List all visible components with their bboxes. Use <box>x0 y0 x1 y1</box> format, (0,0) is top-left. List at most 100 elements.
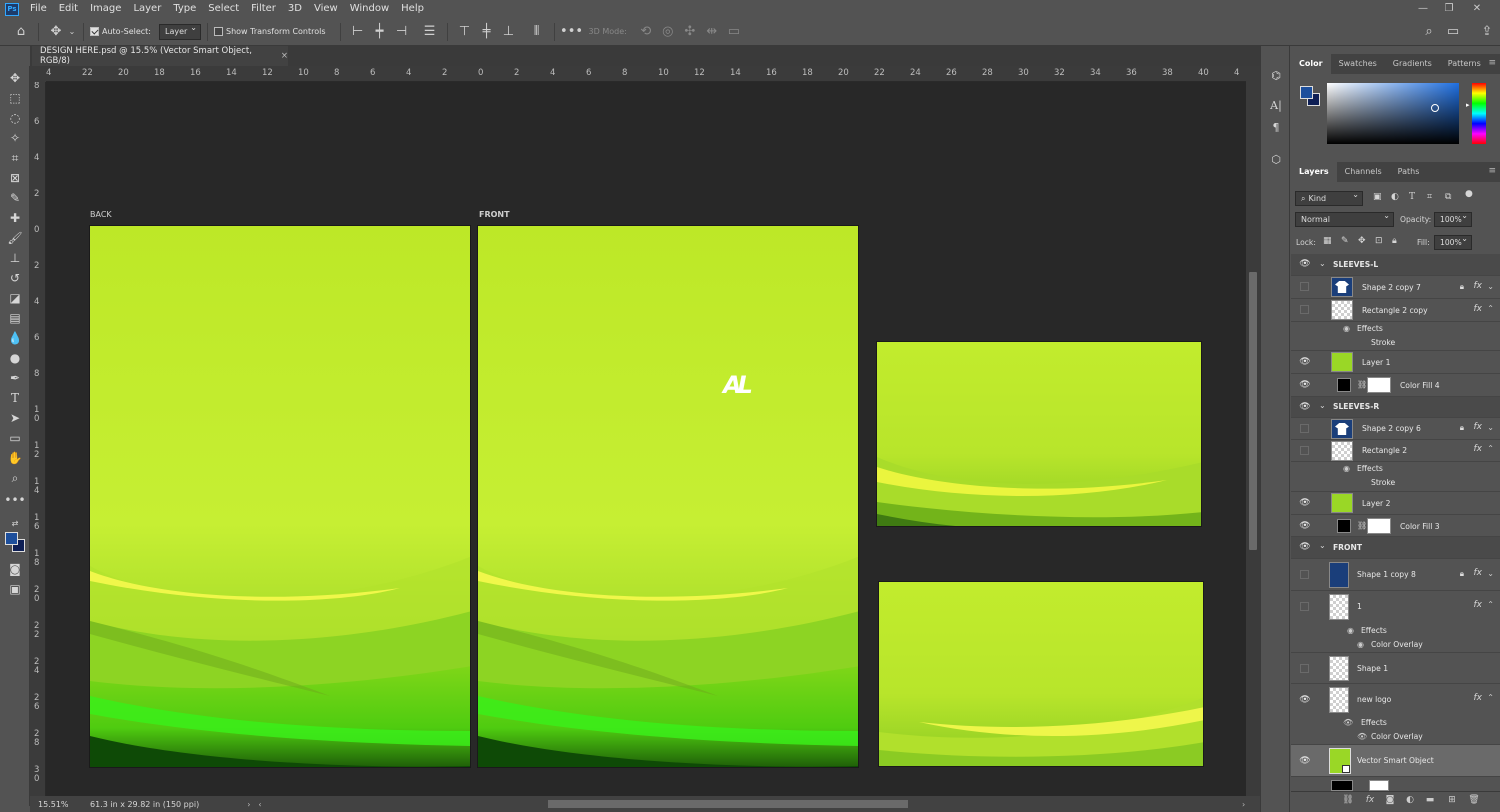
add-style-icon[interactable]: fx <box>1363 795 1377 805</box>
home-icon[interactable]: ⌂ <box>10 21 32 43</box>
search-icon[interactable]: ⌕ <box>1418 21 1440 43</box>
vertical-scrollbar[interactable] <box>1246 66 1260 796</box>
screen-mode-icon[interactable]: ▣ <box>4 580 26 598</box>
chevron-down-icon[interactable]: ⌄ <box>67 21 77 43</box>
horizontal-ruler[interactable]: 4 22 20 18 16 14 12 10 8 6 4 2 0 2 4 6 8 10 12 14 16 18 20 22 24… <box>46 66 1246 82</box>
close-tab-icon[interactable]: × <box>281 51 288 61</box>
dodge-tool-icon[interactable]: ● <box>4 349 26 367</box>
visibility-eye-icon[interactable]: 👁︎ <box>1299 756 1311 766</box>
clone-stamp-tool-icon[interactable]: ⊥ <box>4 249 26 267</box>
filter-pixel-icon[interactable]: ▣ <box>1373 192 1382 202</box>
horizontal-scroll-thumb[interactable] <box>548 800 908 808</box>
panel-menu-icon[interactable]: ≡ <box>1488 166 1496 176</box>
canvas-area[interactable]: BACK FRONT AL <box>46 82 1246 796</box>
menu-view[interactable]: View <box>308 0 344 18</box>
lasso-tool-icon[interactable]: ◌ <box>4 109 26 127</box>
eraser-tool-icon[interactable]: ◪ <box>4 289 26 307</box>
history-panel-icon[interactable]: ⌬ <box>1267 66 1285 84</box>
marquee-tool-icon[interactable]: ⬚ <box>4 89 26 107</box>
effect-eye-icon[interactable]: ◉ <box>1357 640 1364 649</box>
vertical-scroll-thumb[interactable] <box>1249 272 1257 550</box>
back-artboard[interactable] <box>89 225 471 768</box>
menu-window[interactable]: Window <box>344 0 395 18</box>
layer-group-row[interactable]: 👁︎ ⌄ FRONT <box>1291 537 1500 559</box>
delete-layer-icon[interactable]: 🗑︎ <box>1467 795 1481 805</box>
rectangle-tool-icon[interactable]: ▭ <box>4 429 26 447</box>
layer-row[interactable]: Rectangle 2 copy fx ⌃ <box>1291 299 1500 322</box>
link-icon[interactable]: ⛓︎ <box>1357 521 1367 530</box>
fx-icon[interactable]: fx <box>1474 304 1483 314</box>
effects-eye-icon[interactable]: ◉ <box>1343 464 1350 473</box>
more-options-icon[interactable]: ••• <box>560 21 583 43</box>
foreground-color-swatch[interactable] <box>5 532 18 545</box>
transform-controls-checkbox[interactable] <box>213 27 223 36</box>
menu-file[interactable]: File <box>24 0 53 18</box>
share-icon[interactable]: ⇪ <box>1476 21 1498 43</box>
align-vcenter-icon[interactable]: ╪ <box>476 21 498 43</box>
fx-icon[interactable]: fx <box>1474 422 1483 432</box>
history-brush-tool-icon[interactable]: ↺ <box>4 269 26 287</box>
layer-row[interactable]: 👁︎ new logo fx ⌃ <box>1291 684 1500 716</box>
sleeve-artboard-bottom[interactable] <box>878 581 1204 767</box>
effect-row[interactable]: Stroke <box>1291 336 1500 351</box>
paragraph-panel-icon[interactable]: ¶ <box>1267 118 1285 136</box>
sleeve-artboard-top[interactable] <box>876 341 1202 527</box>
fx-icon[interactable]: fx <box>1474 693 1483 703</box>
eyedropper-tool-icon[interactable]: ✎ <box>4 189 26 207</box>
scroll-left-icon[interactable]: ‹ <box>258 800 261 809</box>
back-artboard-label[interactable]: BACK <box>90 210 112 219</box>
minimize-icon[interactable]: — <box>1412 0 1434 18</box>
layer-row-partial[interactable] <box>1291 777 1500 791</box>
visibility-eye-icon[interactable]: 👁︎ <box>1299 259 1311 269</box>
fx-icon[interactable]: fx <box>1474 568 1483 578</box>
link-icon[interactable]: ⛓︎ <box>1357 380 1367 389</box>
visibility-toggle[interactable] <box>1300 570 1309 579</box>
fill-input[interactable]: 100% <box>1434 234 1472 250</box>
color-picker-field[interactable] <box>1327 83 1459 144</box>
filter-toggle-icon[interactable]: ● <box>1465 189 1473 199</box>
menu-filter[interactable]: Filter <box>245 0 282 18</box>
effects-row[interactable]: 👁︎ Effects <box>1291 716 1500 730</box>
layer-row[interactable]: Shape 2 copy 6 🔒︎ fx ⌄ <box>1291 418 1500 440</box>
layer-row[interactable]: 1 fx ⌃ <box>1291 591 1500 624</box>
front-artboard-label[interactable]: FRONT <box>479 210 510 219</box>
opacity-input[interactable]: 100% <box>1434 211 1472 227</box>
menu-type[interactable]: Type <box>167 0 202 18</box>
scroll-right-icon[interactable]: › <box>1242 800 1245 809</box>
tab-swatches[interactable]: Swatches <box>1331 54 1385 74</box>
visibility-eye-icon[interactable]: 👁︎ <box>1299 695 1311 705</box>
effects-row[interactable]: ◉ Effects <box>1291 322 1500 336</box>
tab-gradients[interactable]: Gradients <box>1385 54 1440 74</box>
effect-eye-icon[interactable]: 👁︎ <box>1357 732 1367 741</box>
type-tool-icon[interactable]: T <box>4 389 26 407</box>
frame-tool-icon[interactable]: ⊠ <box>4 169 26 187</box>
chevron-down-icon[interactable]: ⌄ <box>1319 541 1326 550</box>
layer-row-selected[interactable]: 👁︎ Vector Smart Object <box>1291 745 1500 777</box>
add-mask-icon[interactable]: ◙ <box>1383 795 1397 805</box>
layer-group-row[interactable]: 👁︎ ⌄ SLEEVES-R <box>1291 397 1500 418</box>
menu-edit[interactable]: Edit <box>53 0 84 18</box>
hand-tool-icon[interactable]: ✋ <box>4 449 26 467</box>
chevron-up-icon[interactable]: ⌃ <box>1487 444 1494 453</box>
layer-row[interactable]: 👁︎ Layer 1 <box>1291 351 1500 374</box>
auto-select-checkbox[interactable] <box>90 27 99 36</box>
fx-icon[interactable]: fx <box>1474 444 1483 454</box>
visibility-eye-icon[interactable]: 👁︎ <box>1299 498 1311 508</box>
chevron-up-icon[interactable]: ⌃ <box>1487 600 1494 609</box>
visibility-toggle[interactable] <box>1300 305 1309 314</box>
lock-image-icon[interactable]: ✎ <box>1341 236 1349 246</box>
visibility-eye-icon[interactable]: 👁︎ <box>1299 357 1311 367</box>
visibility-eye-icon[interactable]: 👁︎ <box>1299 521 1311 531</box>
align-top-icon[interactable]: ⊤ <box>454 21 476 43</box>
color-picker-cursor[interactable] <box>1431 104 1439 112</box>
character-panel-icon[interactable]: A| <box>1267 96 1285 114</box>
effects-eye-icon[interactable]: ◉ <box>1343 324 1350 333</box>
visibility-toggle[interactable] <box>1300 446 1309 455</box>
fx-icon[interactable]: fx <box>1474 281 1483 291</box>
3d-panel-icon[interactable]: ⬡ <box>1267 150 1285 168</box>
filter-adjustment-icon[interactable]: ◐ <box>1391 192 1399 202</box>
effect-row[interactable]: Stroke <box>1291 476 1500 492</box>
visibility-eye-icon[interactable]: 👁︎ <box>1299 380 1311 390</box>
blur-tool-icon[interactable]: 💧 <box>4 329 26 347</box>
link-layers-icon[interactable]: ⛓︎ <box>1341 795 1355 805</box>
